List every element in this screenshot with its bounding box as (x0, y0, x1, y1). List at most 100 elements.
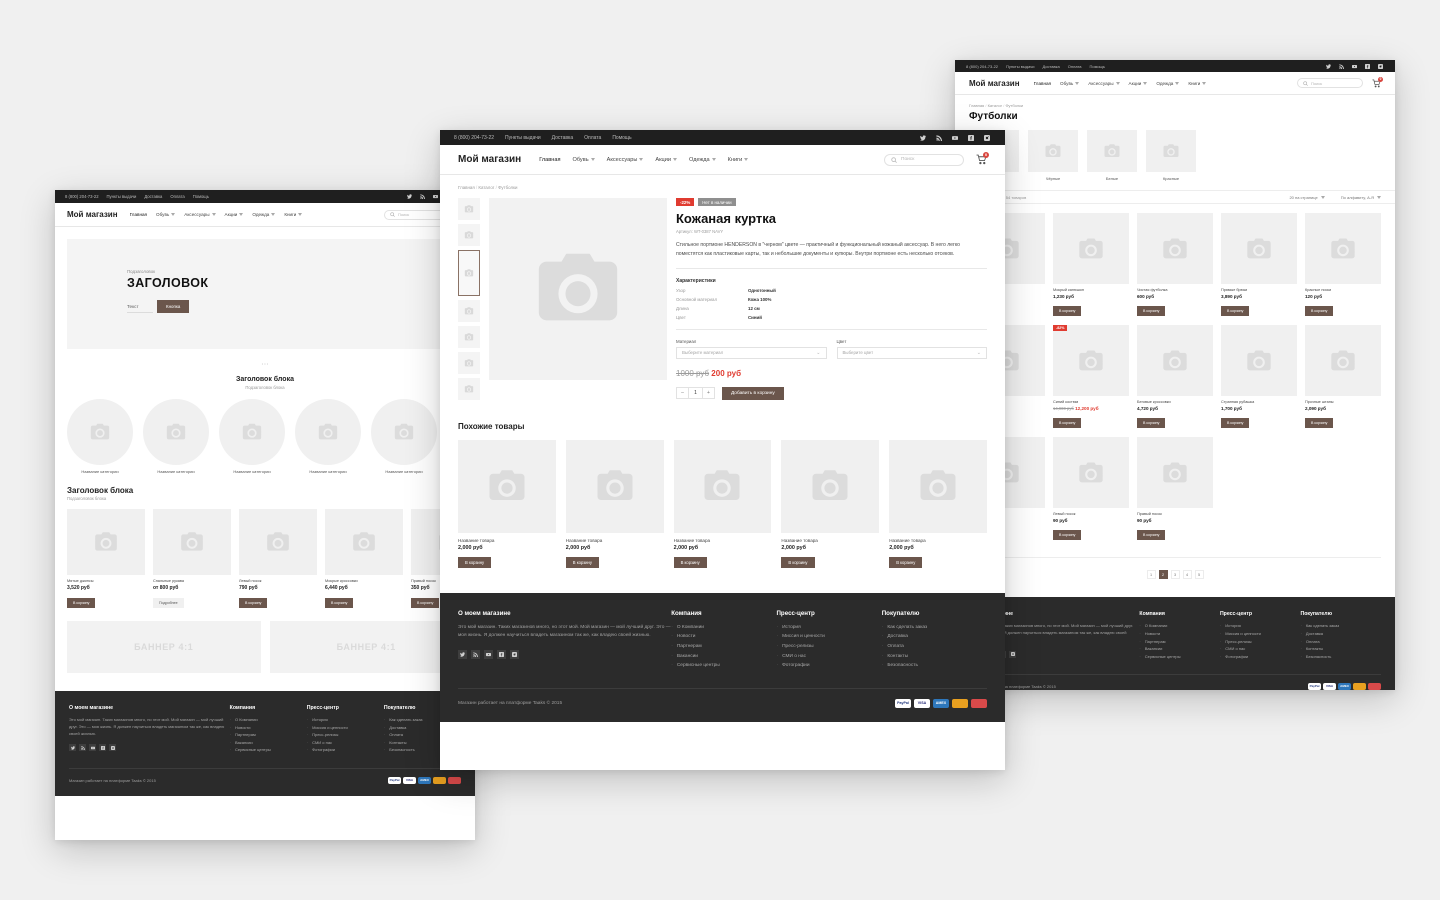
nav-item-shoes[interactable]: Обувь (573, 157, 595, 163)
nav-item-shoes[interactable]: Обувь (1060, 81, 1080, 86)
banner-left[interactable]: БАННЕР 4:1 (67, 621, 261, 673)
page-button-5[interactable]: 5 (1194, 570, 1204, 579)
page-button-2-active[interactable]: 2 (1158, 570, 1168, 579)
add-to-cart-button[interactable]: В корзину (1221, 306, 1250, 316)
add-to-cart-button[interactable]: В корзину (1221, 418, 1250, 428)
footer-link[interactable]: Пресс-релизы (1220, 638, 1301, 646)
nav-item-clothes[interactable]: Одежда (689, 157, 716, 163)
footer-link[interactable]: Вакансии (671, 652, 776, 662)
facebook-icon[interactable] (497, 650, 506, 660)
window-product-detail[interactable]: 8 (800) 204-73-22 Пункты выдачи Доставка… (440, 130, 1005, 770)
window-catalog[interactable]: 8 (800) 204-73-22 Пункты выдачи Доставка… (955, 60, 1395, 690)
add-to-cart-button[interactable]: В корзину (781, 556, 815, 568)
page-button-1[interactable]: 1 (1146, 570, 1156, 579)
footer-link[interactable]: Партнерам (671, 642, 776, 652)
thumbnail-2[interactable] (458, 224, 480, 246)
footer-link[interactable]: Безопасность (882, 661, 987, 671)
nav-item-accessories[interactable]: Аксессуары (184, 212, 216, 217)
thumbnail-7[interactable] (458, 377, 480, 400)
footer-link[interactable]: Сервисные центры (671, 661, 776, 671)
product-card[interactable]: Странная рубашка 1,700 руб В корзину (1221, 325, 1297, 429)
topbar-link-delivery[interactable]: Доставка (552, 135, 573, 141)
breadcrumb-catalog[interactable]: Каталог (988, 103, 1003, 108)
nav-item-accessories[interactable]: Аксессуары (1088, 81, 1120, 86)
product-card[interactable]: Левый носок 790 руб В корзину (239, 509, 317, 609)
nav-item-sales[interactable]: Акции (225, 212, 244, 217)
footer-link[interactable]: О Компании (230, 716, 307, 724)
quantity-increment[interactable]: + (703, 390, 714, 396)
add-to-cart-button[interactable]: В корзину (1305, 418, 1334, 428)
cart-button[interactable]: 0 (1372, 76, 1383, 88)
youtube-icon[interactable] (950, 133, 959, 142)
topbar-link-help[interactable]: Помощь (193, 194, 209, 199)
footer-link[interactable]: Миссия и ценности (307, 724, 384, 732)
add-to-cart-button[interactable]: В корзину (239, 598, 268, 608)
twitter-icon[interactable] (405, 193, 413, 201)
topbar-link-delivery[interactable]: Доставка (1043, 64, 1060, 69)
footer-link[interactable]: Сервисные центры (230, 746, 307, 754)
topbar-link-help[interactable]: Помощь (1089, 64, 1104, 69)
breadcrumb-home[interactable]: Главная (969, 103, 984, 108)
thumbnail-1[interactable] (458, 198, 480, 220)
product-card[interactable]: Прямые брюки 3,890 руб В корзину (1221, 213, 1297, 317)
nav-item-books[interactable]: Книги (728, 157, 749, 163)
instagram-icon[interactable] (982, 133, 991, 142)
footer-link[interactable]: Миссия и ценности (1220, 630, 1301, 638)
footer-link[interactable]: Контакты (882, 652, 987, 662)
add-to-cart-button[interactable]: В корзину (565, 556, 599, 568)
per-page-select[interactable]: 20 на странице (1289, 195, 1325, 200)
footer-link[interactable]: Контакты (1300, 645, 1381, 653)
rss-icon[interactable] (934, 133, 943, 142)
twitter-icon[interactable] (918, 133, 927, 142)
add-to-cart-button[interactable]: В корзину (1053, 530, 1082, 540)
product-card[interactable]: Прочные штаны 2,090 руб В корзину (1305, 325, 1381, 429)
topbar-link-payment[interactable]: Оплата (170, 194, 184, 199)
footer-link[interactable]: Новости (671, 632, 776, 642)
topbar-link-payment[interactable]: Оплата (1068, 64, 1082, 69)
nav-item-clothes[interactable]: Одежда (252, 212, 276, 217)
nav-item-clothes[interactable]: Одежда (1156, 81, 1180, 86)
brand-logo[interactable]: Мой магазин (458, 154, 521, 165)
topbar-link-payment[interactable]: Оплата (584, 135, 601, 141)
facebook-icon[interactable] (1363, 62, 1371, 70)
footer-link[interactable]: Доставка (882, 632, 987, 642)
product-card[interactable]: Спальные рукава от 800 руб Подробнее (153, 509, 231, 609)
instagram-icon[interactable] (109, 744, 116, 751)
page-button-4[interactable]: 4 (1182, 570, 1192, 579)
instagram-icon[interactable] (1376, 62, 1384, 70)
youtube-icon[interactable] (484, 650, 493, 660)
subcategory-item[interactable]: Чёрные (1028, 130, 1078, 181)
brand-logo[interactable]: Мой магазин (969, 79, 1020, 88)
add-to-cart-button[interactable]: В корзину (1305, 306, 1334, 316)
material-select[interactable]: Выберите материал ⌄ (676, 346, 827, 359)
instagram-icon[interactable] (1009, 650, 1016, 658)
topbar-link-pickup[interactable]: Пункты выдачи (1006, 64, 1035, 69)
footer-link[interactable]: Как сделать заказ (882, 623, 987, 633)
add-to-cart-button[interactable]: В корзину (67, 598, 96, 608)
color-select[interactable]: Выберите цвет ⌄ (836, 346, 987, 359)
twitter-icon[interactable] (1324, 62, 1332, 70)
category-item[interactable]: Название категории (67, 399, 133, 474)
thumbnail-6[interactable] (458, 351, 480, 374)
search-input[interactable]: Поиск (384, 209, 446, 220)
youtube-icon[interactable] (1350, 62, 1358, 70)
footer-link[interactable]: Вакансии (230, 739, 307, 747)
add-to-cart-button[interactable]: В корзину (325, 598, 354, 608)
footer-link[interactable]: Пресс-релизы (776, 642, 881, 652)
footer-link[interactable]: Безопасность (1300, 653, 1381, 661)
nav-item-home[interactable]: Главная (1034, 81, 1051, 86)
product-card[interactable]: Правый носок 90 руб В корзину (1137, 437, 1213, 541)
product-card[interactable]: Название товара 2,000 руб В корзину (673, 439, 772, 569)
topbar-phone[interactable]: 8 (800) 204-73-22 (454, 135, 494, 141)
footer-link[interactable]: История (776, 623, 881, 633)
product-card-sale[interactable]: -82% Синий костюм 14,900 руб 12,200 руб В к… (1053, 325, 1129, 429)
search-input[interactable]: Поиск (884, 153, 964, 166)
footer-link[interactable]: Пресс-релизы (307, 731, 384, 739)
youtube-icon[interactable] (431, 193, 439, 201)
nav-item-shoes[interactable]: Обувь (156, 212, 176, 217)
carousel-dots[interactable]: • • • (55, 361, 475, 366)
product-card[interactable]: Мятые джинсы 3,520 руб В корзину (67, 509, 145, 609)
instagram-icon[interactable] (510, 650, 519, 660)
category-item[interactable]: Название категории (219, 399, 285, 474)
footer-link[interactable]: История (307, 716, 384, 724)
